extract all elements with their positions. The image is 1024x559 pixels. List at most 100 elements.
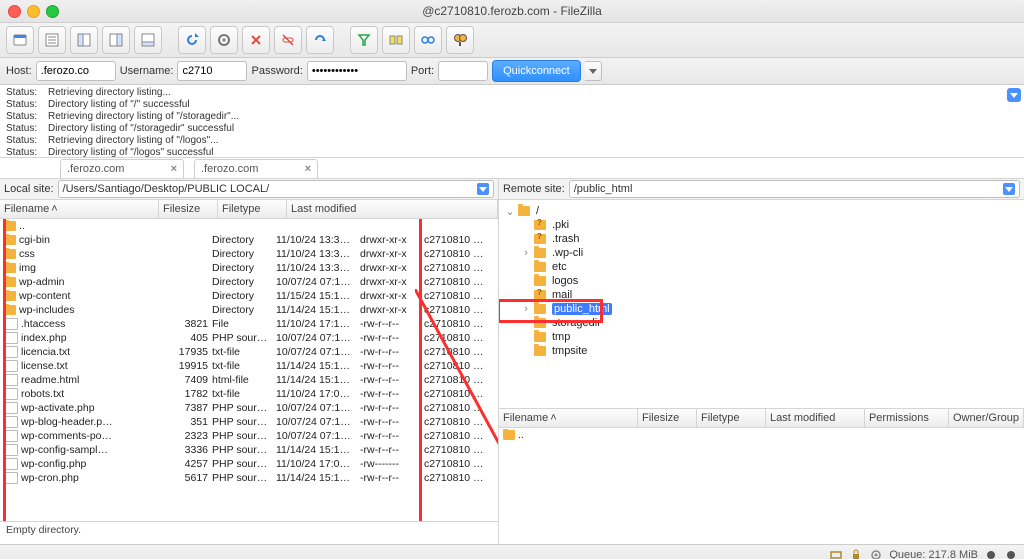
main-toolbar xyxy=(0,23,1024,58)
file-row[interactable]: index.php405PHP sour…10/07/24 07:1…-rw-r… xyxy=(0,331,498,345)
toggle-remote-tree-button[interactable] xyxy=(102,26,130,54)
remote-tree[interactable]: ⌄/.pki.trash›.wp-clietclogosmail›public_… xyxy=(499,200,1024,409)
col-modified[interactable]: Last modified xyxy=(287,200,498,218)
folder-icon xyxy=(534,304,546,314)
toggle-queue-button[interactable] xyxy=(134,26,162,54)
folder-icon xyxy=(503,430,515,440)
window-minimize-button[interactable] xyxy=(27,5,40,18)
host-input[interactable] xyxy=(36,61,116,81)
sync-browse-button[interactable] xyxy=(414,26,442,54)
process-queue-button[interactable] xyxy=(210,26,238,54)
window-titlebar: @c2710810.ferozb.com - FileZilla xyxy=(0,0,1024,23)
disclosure-icon[interactable]: › xyxy=(521,247,531,259)
cancel-button[interactable] xyxy=(242,26,270,54)
filter-button[interactable] xyxy=(350,26,378,54)
toggle-log-button[interactable] xyxy=(38,26,66,54)
file-row[interactable]: imgDirectory11/10/24 13:3…drwxr-xr-xc271… xyxy=(0,261,498,275)
file-row[interactable]: wp-cron.php5617PHP sour…11/14/24 15:1…-r… xyxy=(0,471,498,485)
local-file-list[interactable]: ..cgi-binDirectory11/10/24 13:3…drwxr-xr… xyxy=(0,219,498,521)
transfer-idle-indicator xyxy=(1004,548,1018,559)
tab-label: .ferozo.com xyxy=(201,163,258,175)
local-list-header[interactable]: Filename ˄ Filesize Filetype Last modifi… xyxy=(0,200,498,219)
tree-node[interactable]: ›.wp-cli xyxy=(501,246,1022,260)
col-permissions[interactable]: Permissions xyxy=(865,409,949,427)
file-row[interactable]: cgi-binDirectory11/10/24 13:3…drwxr-xr-x… xyxy=(0,233,498,247)
log-toggle-button[interactable] xyxy=(1007,88,1021,102)
host-label: Host: xyxy=(6,65,32,77)
lock-icon xyxy=(849,548,863,559)
tree-node[interactable]: ⌄/ xyxy=(501,204,1022,218)
window-zoom-button[interactable] xyxy=(46,5,59,18)
tree-node[interactable]: .pki xyxy=(501,218,1022,232)
quickconnect-button[interactable]: Quickconnect xyxy=(492,60,581,82)
unknown-folder-icon xyxy=(534,234,546,244)
close-icon[interactable]: × xyxy=(171,163,177,175)
connection-tab[interactable]: .ferozo.com × xyxy=(194,159,318,178)
file-row[interactable]: readme.html7409html-file11/14/24 15:1…-r… xyxy=(0,373,498,387)
tree-node-label: tmpsite xyxy=(552,345,587,357)
file-row[interactable]: wp-config.php4257PHP sour…11/10/24 17:0…… xyxy=(0,457,498,471)
remote-list-header[interactable]: Filename ˄ Filesize Filetype Last modifi… xyxy=(499,409,1024,428)
col-filetype[interactable]: Filetype xyxy=(218,200,287,218)
folder-icon xyxy=(4,263,16,273)
disclosure-icon[interactable]: › xyxy=(521,303,531,315)
tree-node[interactable]: ›public_html xyxy=(501,302,1022,316)
file-row[interactable]: wp-config-sampl…3336PHP sour…11/14/24 15… xyxy=(0,443,498,457)
folder-icon xyxy=(4,291,16,301)
col-filesize[interactable]: Filesize xyxy=(638,409,697,427)
reconnect-button[interactable] xyxy=(306,26,334,54)
disconnect-button[interactable] xyxy=(274,26,302,54)
remote-file-list[interactable]: .. xyxy=(499,428,1024,544)
file-icon xyxy=(4,416,18,428)
file-row[interactable]: wp-blog-header.p…351PHP sour…10/07/24 07… xyxy=(0,415,498,429)
file-row[interactable]: .htaccess3821File11/10/24 17:1…-rw-r--r-… xyxy=(0,317,498,331)
remote-path-combo[interactable]: /public_html xyxy=(569,180,1020,198)
col-owner[interactable]: Owner/Group xyxy=(949,409,1024,427)
queue-icon xyxy=(829,548,843,559)
site-manager-button[interactable] xyxy=(6,26,34,54)
compare-button[interactable] xyxy=(382,26,410,54)
username-input[interactable] xyxy=(177,61,247,81)
toggle-local-tree-button[interactable] xyxy=(70,26,98,54)
file-row[interactable]: wp-adminDirectory10/07/24 07:1…drwxr-xr-… xyxy=(0,275,498,289)
port-label: Port: xyxy=(411,65,434,77)
window-close-button[interactable] xyxy=(8,5,21,18)
disclosure-icon[interactable]: ⌄ xyxy=(505,205,515,218)
quickconnect-dropdown[interactable] xyxy=(585,61,602,81)
col-modified[interactable]: Last modified xyxy=(766,409,865,427)
tree-node[interactable]: logos xyxy=(501,274,1022,288)
folder-icon xyxy=(534,276,546,286)
tree-node[interactable]: mail xyxy=(501,288,1022,302)
parent-dir-row[interactable]: .. xyxy=(499,428,1024,442)
file-row[interactable]: wp-comments-po…2323PHP sour…10/07/24 07:… xyxy=(0,429,498,443)
file-row[interactable]: wp-contentDirectory11/15/24 15:1…drwxr-x… xyxy=(0,289,498,303)
local-path-combo[interactable]: /Users/Santiago/Desktop/PUBLIC LOCAL/ xyxy=(58,180,494,198)
tree-node[interactable]: storagedir xyxy=(501,316,1022,330)
password-input[interactable] xyxy=(307,61,407,81)
refresh-button[interactable] xyxy=(178,26,206,54)
connection-tab[interactable]: .ferozo.com × xyxy=(60,159,184,178)
tree-node[interactable]: .trash xyxy=(501,232,1022,246)
file-row[interactable]: license.txt19915txt-file11/14/24 15:1…-r… xyxy=(0,359,498,373)
col-filetype[interactable]: Filetype xyxy=(697,409,766,427)
file-row[interactable]: wp-activate.php7387PHP sour…10/07/24 07:… xyxy=(0,401,498,415)
settings-icon[interactable] xyxy=(869,548,883,559)
file-row[interactable]: wp-includesDirectory11/14/24 15:1…drwxr-… xyxy=(0,303,498,317)
col-filesize[interactable]: Filesize xyxy=(159,200,218,218)
message-log[interactable]: Status:Retrieving directory listing...St… xyxy=(0,85,1024,158)
local-footer: Empty directory. xyxy=(0,521,498,544)
port-input[interactable] xyxy=(438,61,488,81)
close-icon[interactable]: × xyxy=(305,163,311,175)
tree-node[interactable]: etc xyxy=(501,260,1022,274)
chevron-down-icon xyxy=(477,183,489,195)
col-filename[interactable]: Filename ˄ xyxy=(0,200,159,218)
file-row[interactable]: licencia.txt17935txt-file10/07/24 07:1…-… xyxy=(0,345,498,359)
file-row[interactable]: robots.txt1782txt-file11/10/24 17:0…-rw-… xyxy=(0,387,498,401)
search-button[interactable] xyxy=(446,26,474,54)
col-filename[interactable]: Filename ˄ xyxy=(499,409,638,427)
tree-node-label: tmp xyxy=(552,331,570,343)
tree-node[interactable]: tmpsite xyxy=(501,344,1022,358)
tree-node[interactable]: tmp xyxy=(501,330,1022,344)
parent-dir-row[interactable]: .. xyxy=(0,219,498,233)
file-row[interactable]: cssDirectory11/10/24 13:3…drwxr-xr-xc271… xyxy=(0,247,498,261)
